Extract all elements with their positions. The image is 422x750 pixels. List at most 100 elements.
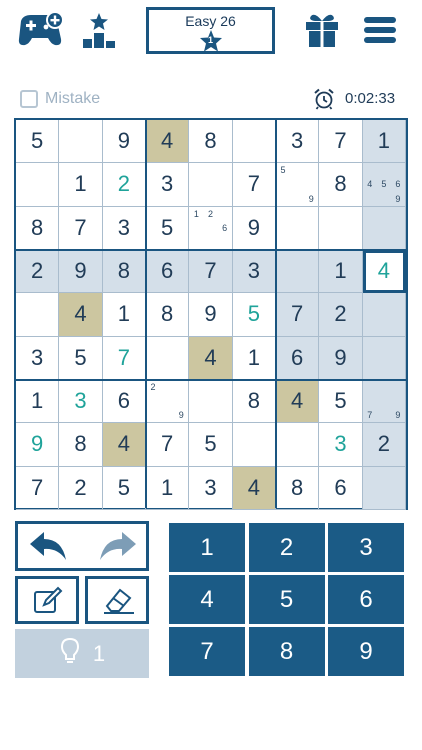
board-cell[interactable]	[59, 120, 103, 164]
board-cell[interactable]: 8	[319, 163, 363, 207]
board-cell[interactable]: 7	[146, 423, 190, 467]
board-cell[interactable]: 5	[16, 120, 60, 164]
board-cell[interactable]	[362, 206, 406, 250]
board-cell[interactable]: 4	[362, 250, 406, 294]
board-cell[interactable]: 3	[276, 120, 320, 164]
number-key[interactable]: 6	[328, 575, 404, 624]
board-cell[interactable]	[362, 293, 406, 337]
board-cell[interactable]: 2	[16, 250, 60, 294]
redo-icon[interactable]	[92, 530, 140, 564]
board-cell[interactable]: 4	[102, 423, 146, 467]
board-cell[interactable]: 5	[102, 466, 146, 510]
board-cell[interactable]: 3	[16, 336, 60, 380]
board-cell[interactable]: 3	[189, 466, 233, 510]
board-cell[interactable]: 5	[319, 380, 363, 424]
notes-pencil-button[interactable]	[15, 576, 79, 624]
board-cell[interactable]: 79	[362, 380, 406, 424]
board-cell[interactable]: 59	[276, 163, 320, 207]
undo-icon[interactable]	[26, 530, 74, 564]
gift-icon[interactable]	[302, 10, 342, 50]
board-cell[interactable]: 9	[189, 293, 233, 337]
number-key[interactable]: 7	[169, 627, 245, 676]
board-cell[interactable]: 5	[59, 336, 103, 380]
board-cell[interactable]	[276, 206, 320, 250]
board-cell[interactable]	[276, 423, 320, 467]
board-cell[interactable]	[362, 336, 406, 380]
hint-button[interactable]: 1	[15, 629, 149, 678]
board-cell[interactable]: 29	[146, 380, 190, 424]
board-cell[interactable]: 1	[362, 120, 406, 164]
board-cell[interactable]	[16, 293, 60, 337]
board-cell[interactable]: 8	[146, 293, 190, 337]
board-cell[interactable]: 3	[319, 423, 363, 467]
board-cell[interactable]: 4	[146, 120, 190, 164]
board-cell[interactable]: 9	[232, 206, 276, 250]
mistake-checkbox[interactable]	[20, 90, 38, 108]
board-cell[interactable]: 5	[189, 423, 233, 467]
board-cell[interactable]: 2	[362, 423, 406, 467]
board-cell[interactable]: 456 9	[362, 163, 406, 207]
board-cell[interactable]: 9	[16, 423, 60, 467]
board-cell[interactable]: 4	[59, 293, 103, 337]
board-cell[interactable]: 8	[16, 206, 60, 250]
board-cell[interactable]: 4	[276, 380, 320, 424]
number-key[interactable]: 3	[328, 523, 404, 572]
board-cell[interactable]: 1	[146, 466, 190, 510]
gamepad-plus-icon[interactable]	[15, 10, 65, 50]
board-cell[interactable]: 2	[59, 466, 103, 510]
board-cell[interactable]: 1	[102, 293, 146, 337]
board-cell[interactable]: 4	[189, 336, 233, 380]
board-cell[interactable]: 7	[189, 250, 233, 294]
number-key[interactable]: 4	[169, 575, 245, 624]
board-cell[interactable]	[319, 206, 363, 250]
board-cell[interactable]: 3	[102, 206, 146, 250]
board-cell[interactable]: 6	[102, 380, 146, 424]
board-cell[interactable]: 7	[319, 120, 363, 164]
board-cell[interactable]: 1	[319, 250, 363, 294]
board-cell[interactable]: 7	[232, 163, 276, 207]
board-cell[interactable]: 8	[59, 423, 103, 467]
board-cell[interactable]: 8	[102, 250, 146, 294]
board-cell[interactable]	[189, 163, 233, 207]
board-cell[interactable]: 6	[276, 336, 320, 380]
number-key[interactable]: 5	[248, 575, 325, 624]
board-cell[interactable]	[232, 423, 276, 467]
board-cell[interactable]: 2	[102, 163, 146, 207]
number-key[interactable]: 9	[328, 627, 404, 676]
number-key[interactable]: 1	[169, 523, 245, 572]
board-cell[interactable]: 126	[189, 206, 233, 250]
board-cell[interactable]: 5	[146, 206, 190, 250]
board-cell[interactable]	[16, 163, 60, 207]
board-cell[interactable]: 5	[232, 293, 276, 337]
board-cell[interactable]	[362, 466, 406, 510]
board-cell[interactable]: 6	[146, 250, 190, 294]
board-cell[interactable]: 7	[16, 466, 60, 510]
board-cell[interactable]: 7	[59, 206, 103, 250]
number-key[interactable]: 8	[248, 627, 325, 676]
menu-icon[interactable]	[362, 12, 398, 48]
board-cell[interactable]: 2	[319, 293, 363, 337]
board-cell[interactable]: 1	[232, 336, 276, 380]
board-cell[interactable]	[146, 336, 190, 380]
board-cell[interactable]: 4	[232, 466, 276, 510]
board-cell[interactable]: 3	[232, 250, 276, 294]
board-cell[interactable]: 8	[276, 466, 320, 510]
eraser-button[interactable]	[85, 576, 149, 624]
board-cell[interactable]: 8	[232, 380, 276, 424]
number-key[interactable]: 2	[248, 523, 325, 572]
board-cell[interactable]	[232, 120, 276, 164]
board-cell[interactable]: 9	[102, 120, 146, 164]
board-cell[interactable]	[276, 250, 320, 294]
board-cell[interactable]: 6	[319, 466, 363, 510]
board-cell[interactable]: 1	[16, 380, 60, 424]
board-cell[interactable]: 1	[59, 163, 103, 207]
board-cell[interactable]: 9	[59, 250, 103, 294]
board-cell[interactable]	[189, 380, 233, 424]
board-cell[interactable]: 8	[189, 120, 233, 164]
board-cell[interactable]: 7	[276, 293, 320, 337]
board-cell[interactable]: 7	[102, 336, 146, 380]
board-cell[interactable]: 3	[59, 380, 103, 424]
board-cell[interactable]: 3	[146, 163, 190, 207]
leaderboard-icon[interactable]	[81, 10, 117, 50]
board-cell[interactable]: 9	[319, 336, 363, 380]
